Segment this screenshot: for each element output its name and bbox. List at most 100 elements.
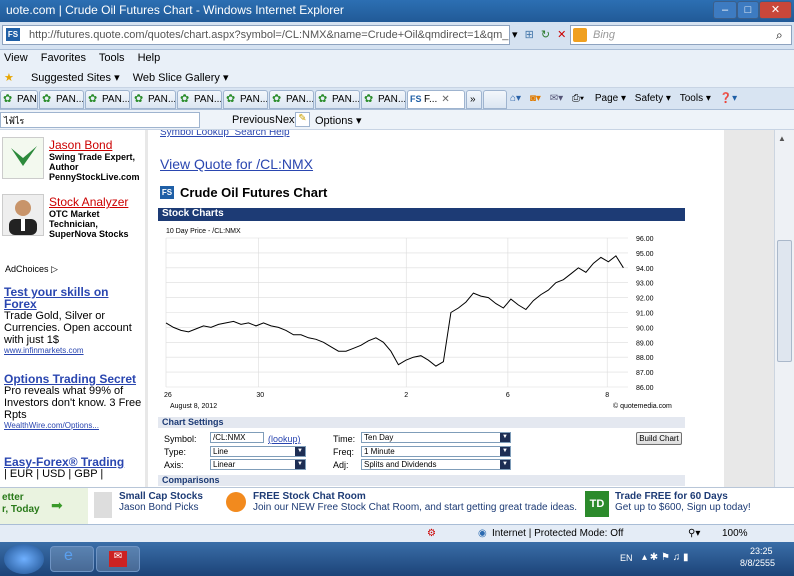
highlight-icon[interactable]: ✎ <box>295 112 310 127</box>
compat-view-icon[interactable]: ⊞ <box>525 29 534 41</box>
ad-forex: Test your skills on Forex Trade Gold, Si… <box>4 286 142 355</box>
help-icon[interactable]: ❓▾ <box>720 93 737 104</box>
tab-8[interactable]: ✿ PAN... <box>315 90 360 109</box>
clock-date[interactable]: 8/8/2555 <box>740 558 775 568</box>
y-tick-label: 94.00 <box>636 266 654 273</box>
tab-3[interactable]: ✿ PAN... <box>85 90 130 109</box>
feeds-icon[interactable]: ◙▾ <box>530 93 541 104</box>
find-previous-button[interactable]: Previous <box>232 114 275 126</box>
tray-icons[interactable]: ▴ ✱ ⚑ ♫ ▮ <box>642 552 688 563</box>
dropdown-arrow-icon[interactable]: ▾ <box>512 29 518 41</box>
clock-time[interactable]: 23:25 <box>750 546 773 556</box>
promo-left-text[interactable]: etter r, Today <box>0 488 88 524</box>
find-input[interactable]: ไฟ้ไร <box>0 112 200 128</box>
check-logo-icon <box>11 146 37 166</box>
leaf-icon: ✿ <box>226 93 236 105</box>
ad-easy-forex: Easy-Forex® Trading | EUR | USD | GBP | <box>4 456 142 480</box>
menu-help[interactable]: Help <box>138 52 161 64</box>
web-slice-gallery-link[interactable]: Web Slice Gallery ▾ <box>133 72 229 84</box>
globe-icon: ◉ <box>478 528 487 539</box>
freq-select[interactable]: 1 Minute ▼ <box>361 446 511 457</box>
taskbar: e ✉ EN ▴ ✱ ⚑ ♫ ▮ 23:25 8/8/2555 <box>0 542 794 576</box>
lookup-link[interactable]: (lookup) <box>268 434 301 444</box>
price-chart: 10 Day Price - /CL:NMX 96.00 95.00 94.00 93… <box>158 222 685 412</box>
main-content: Symbol Lookup Search Help View Quote for… <box>148 130 724 487</box>
stock-analyzer-link[interactable]: Stock Analyzer <box>49 195 145 209</box>
language-indicator[interactable]: EN <box>620 553 633 563</box>
leaf-icon: ✿ <box>180 93 190 105</box>
symbol-label: Symbol: <box>164 434 197 444</box>
close-window-button[interactable]: ✕ <box>759 1 792 19</box>
new-tab-button[interactable] <box>483 90 507 109</box>
security-zone-text[interactable]: Internet | Protected Mode: Off <box>492 528 623 539</box>
build-chart-button[interactable]: Build Chart <box>636 432 682 445</box>
tab-1[interactable]: ✿PAN... <box>0 90 38 109</box>
find-options-button[interactable]: Options ▾ <box>315 114 362 127</box>
tab-9[interactable]: ✿ PAN... <box>361 90 406 109</box>
y-tick-label: 88.00 <box>636 355 654 362</box>
stock-analyzer-avatar[interactable] <box>2 194 44 236</box>
tab-4[interactable]: ✿ PAN... <box>131 90 176 109</box>
home-icon[interactable]: ⌂▾ <box>510 93 521 104</box>
tab-5[interactable]: ✿ PAN... <box>177 90 222 109</box>
tab-2[interactable]: ✿ PAN... <box>39 90 84 109</box>
scroll-up-icon[interactable]: ▲ <box>778 134 786 143</box>
menu-view[interactable]: View <box>4 52 28 64</box>
taskbar-app-button[interactable]: ✉ <box>96 546 140 572</box>
zoom-level[interactable]: 100% <box>722 528 748 539</box>
search-icon[interactable]: ⌕ <box>776 28 783 43</box>
address-toolbar: http://futures.quote.com/quotes/chart.as… <box>0 22 794 50</box>
promo-chat-room[interactable]: FREE Stock Chat Room Join our NEW Free S… <box>253 491 577 513</box>
comparisons-header: Comparisons <box>158 475 685 486</box>
axis-select[interactable]: Linear ▼ <box>210 459 306 470</box>
x-tick-label: 30 <box>256 392 264 399</box>
suggested-sites-link[interactable]: Suggested Sites ▾ <box>31 72 120 84</box>
print-icon[interactable]: ⎙▾ <box>572 93 584 104</box>
adj-select[interactable]: Splits and Dividends ▼ <box>361 459 511 470</box>
symbol-lookup-links[interactable]: Symbol Lookup Search Help <box>160 130 290 138</box>
ad-easy-forex-title[interactable]: Easy-Forex® Trading <box>4 456 142 468</box>
leaf-icon: ✿ <box>364 93 374 105</box>
taskbar-ie-button[interactable]: e <box>50 546 94 572</box>
maximize-button[interactable]: □ <box>737 1 759 19</box>
safety-menu[interactable]: Safety ▾ <box>635 93 671 104</box>
tab-6[interactable]: ✿ PAN... <box>223 90 268 109</box>
menu-tools[interactable]: Tools <box>99 52 125 64</box>
tools-menu[interactable]: Tools ▾ <box>680 93 711 104</box>
y-tick-label: 86.00 <box>636 385 654 392</box>
ad-options-url[interactable]: WealthWire.com/Options... <box>4 421 142 430</box>
promo-small-cap[interactable]: Small Cap Stocks Jason Bond Picks <box>119 491 203 513</box>
close-tab-icon[interactable]: ✕ <box>441 94 449 105</box>
window-title: uote.com | Crude Oil Futures Chart - Win… <box>6 3 344 17</box>
scroll-thumb[interactable] <box>777 240 792 362</box>
ad-forex-url[interactable]: www.infinmarkets.com <box>4 346 142 355</box>
search-input[interactable]: Bing <box>570 25 792 45</box>
zone-settings-icon[interactable]: ⚲▾ <box>688 528 700 539</box>
minimize-button[interactable]: – <box>713 1 737 19</box>
view-quote-link[interactable]: View Quote for /CL:NMX <box>160 156 313 172</box>
mail-icon[interactable]: ✉▾ <box>550 93 563 104</box>
stop-icon[interactable]: ✕ <box>557 29 566 41</box>
ad-forex-title[interactable]: Test your skills on Forex <box>4 286 142 310</box>
refresh-icon[interactable]: ↻ <box>541 29 550 41</box>
menu-favorites[interactable]: Favorites <box>41 52 86 64</box>
promo-trade-free[interactable]: Trade FREE for 60 Days Get up to $600, S… <box>615 491 751 513</box>
vertical-scrollbar[interactable]: ▲ <box>774 130 794 487</box>
jason-bond-logo[interactable] <box>2 137 44 179</box>
tab-7[interactable]: ✿ PAN... <box>269 90 314 109</box>
protected-mode-icon[interactable]: ⚙ <box>427 528 436 539</box>
adchoices-label[interactable]: AdChoices ▷ <box>5 264 58 275</box>
address-input[interactable]: http://futures.quote.com/quotes/chart.as… <box>2 25 510 45</box>
type-label: Type: <box>164 447 187 457</box>
start-button[interactable] <box>4 544 44 574</box>
page-menu[interactable]: Page ▾ <box>595 93 626 104</box>
jason-bond-link[interactable]: Jason Bond <box>49 138 145 152</box>
type-select[interactable]: Line ▼ <box>210 446 306 457</box>
ad-options-title[interactable]: Options Trading Secret <box>4 373 142 385</box>
axis-label: Axis: <box>164 460 184 470</box>
tab-overflow-button[interactable]: » <box>466 90 482 109</box>
favorites-star-icon[interactable]: ★ <box>4 72 14 84</box>
time-select[interactable]: Ten Day ▼ <box>361 432 511 443</box>
tab-active[interactable]: FS F... ✕ <box>407 90 465 109</box>
symbol-input[interactable]: /CL:NMX <box>210 432 264 443</box>
